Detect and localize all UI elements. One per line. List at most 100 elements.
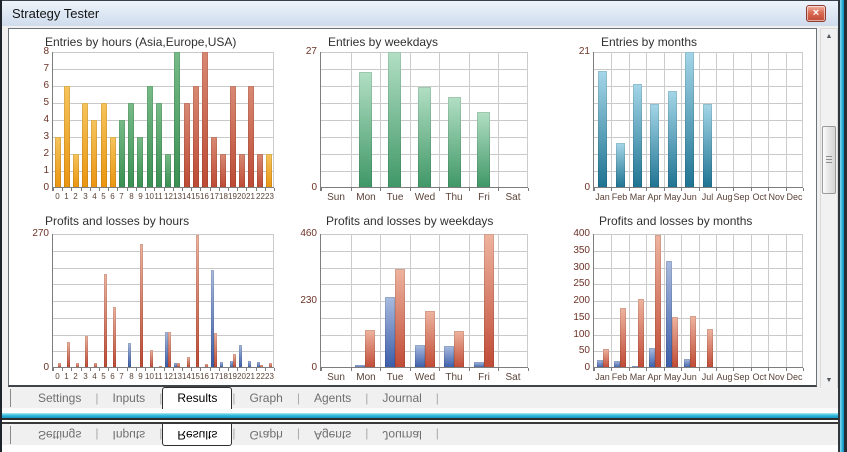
bar	[214, 333, 217, 368]
gridline-vertical	[273, 234, 274, 368]
bar	[448, 97, 461, 188]
bar	[620, 308, 626, 368]
gridline-vertical	[733, 52, 734, 188]
bar	[196, 235, 199, 368]
axis-tick	[71, 188, 72, 191]
tab-agents[interactable]: Agents	[300, 388, 365, 408]
axis-tick	[164, 188, 165, 191]
tab-journal[interactable]: Journal	[368, 425, 435, 445]
axis-tick	[108, 368, 109, 371]
gridline-horizontal	[321, 284, 528, 285]
gridline-vertical	[716, 234, 717, 368]
y-tick-label: 1	[17, 165, 49, 176]
gridline-vertical	[351, 52, 352, 188]
axis-tick	[237, 368, 238, 371]
axis-tick	[154, 188, 155, 191]
close-button[interactable]: ×	[806, 5, 826, 22]
bar	[385, 297, 395, 368]
bar	[477, 112, 490, 188]
tab-results[interactable]: Results	[162, 424, 232, 446]
y-axis-line	[593, 52, 594, 191]
axis-tick	[410, 368, 411, 371]
y-tick-label: 8	[17, 46, 49, 57]
gridline-horizontal	[321, 301, 528, 302]
tab-agents[interactable]: Agents	[300, 425, 365, 445]
axis-tick	[410, 188, 411, 191]
gridline-horizontal	[321, 52, 528, 53]
axis-tick	[716, 368, 717, 371]
axis-tick	[751, 188, 752, 191]
chart-title: Entries by weekdays	[328, 35, 438, 49]
y-tick-label: 0	[558, 182, 590, 193]
bar	[104, 274, 107, 368]
gridline-vertical	[664, 234, 665, 368]
y-tick-label: 0	[285, 182, 317, 193]
x-tick-label: 23	[262, 372, 277, 381]
bar	[85, 336, 88, 368]
vertical-scrollbar[interactable]: ▲ ▼	[820, 28, 838, 390]
axis-tick	[136, 368, 137, 371]
y-tick-label: 0	[17, 362, 49, 373]
scrollbar-grip-icon	[826, 156, 832, 164]
axis-tick	[62, 368, 63, 371]
tab-journal[interactable]: Journal	[368, 388, 435, 408]
strategy-tester-window: Strategy Tester × Entries by hours (Asia…	[0, 0, 847, 452]
gridline-horizontal	[53, 318, 274, 319]
gridline-vertical	[380, 234, 381, 368]
axis-tick	[173, 368, 174, 371]
axis-tick	[594, 188, 595, 191]
gridline-vertical	[469, 234, 470, 368]
tab-graph[interactable]: Graph	[235, 388, 296, 408]
y-tick-label: 50	[558, 345, 590, 356]
bar	[128, 343, 131, 368]
gridline-vertical	[802, 52, 803, 188]
bar	[603, 349, 609, 368]
bar	[119, 120, 125, 188]
bar	[598, 71, 607, 188]
tab-results[interactable]: Results	[162, 387, 232, 409]
bar	[193, 86, 199, 188]
gridline-vertical	[629, 52, 630, 188]
x-axis-line	[321, 367, 528, 368]
y-tick-label: 0	[17, 182, 49, 193]
bar	[707, 329, 713, 368]
axis-tick	[145, 368, 146, 371]
tab-settings[interactable]: Settings	[24, 388, 95, 408]
axis-tick	[629, 188, 630, 191]
bar	[418, 87, 431, 188]
bar	[454, 331, 464, 368]
bar	[257, 154, 263, 188]
axis-tick	[210, 368, 211, 371]
gridline-vertical	[439, 234, 440, 368]
scrollbar-thumb[interactable]	[822, 126, 836, 194]
axis-tick	[699, 188, 700, 191]
axis-tick	[265, 188, 266, 191]
tab-graph[interactable]: Graph	[235, 425, 296, 445]
axis-tick	[265, 368, 266, 371]
scroll-up-button[interactable]: ▲	[821, 29, 837, 45]
bar	[150, 350, 153, 368]
bar	[239, 345, 242, 368]
bar	[137, 137, 143, 188]
tab-settings[interactable]: Settings	[24, 425, 95, 445]
axis-tick	[108, 188, 109, 191]
gridline-vertical	[439, 52, 440, 188]
axis-tick	[716, 188, 717, 191]
axis-tick	[219, 368, 220, 371]
axis-tick	[246, 368, 247, 371]
tab-inputs[interactable]: Inputs	[98, 425, 159, 445]
bar	[365, 330, 375, 368]
gridline-horizontal	[53, 234, 274, 235]
scroll-down-button[interactable]: ▼	[821, 373, 837, 389]
gridline-horizontal	[53, 86, 274, 87]
gridline-vertical	[611, 52, 612, 188]
bar	[156, 103, 162, 188]
axis-tick	[768, 368, 769, 371]
tab-inputs[interactable]: Inputs	[98, 388, 159, 408]
axis-tick	[53, 188, 54, 191]
bar	[388, 52, 401, 188]
charts-panel: Entries by hours (Asia,Europe,USA)012345…	[8, 28, 817, 387]
y-tick-label: 3	[17, 131, 49, 142]
bar	[147, 86, 153, 188]
bar	[91, 120, 97, 188]
